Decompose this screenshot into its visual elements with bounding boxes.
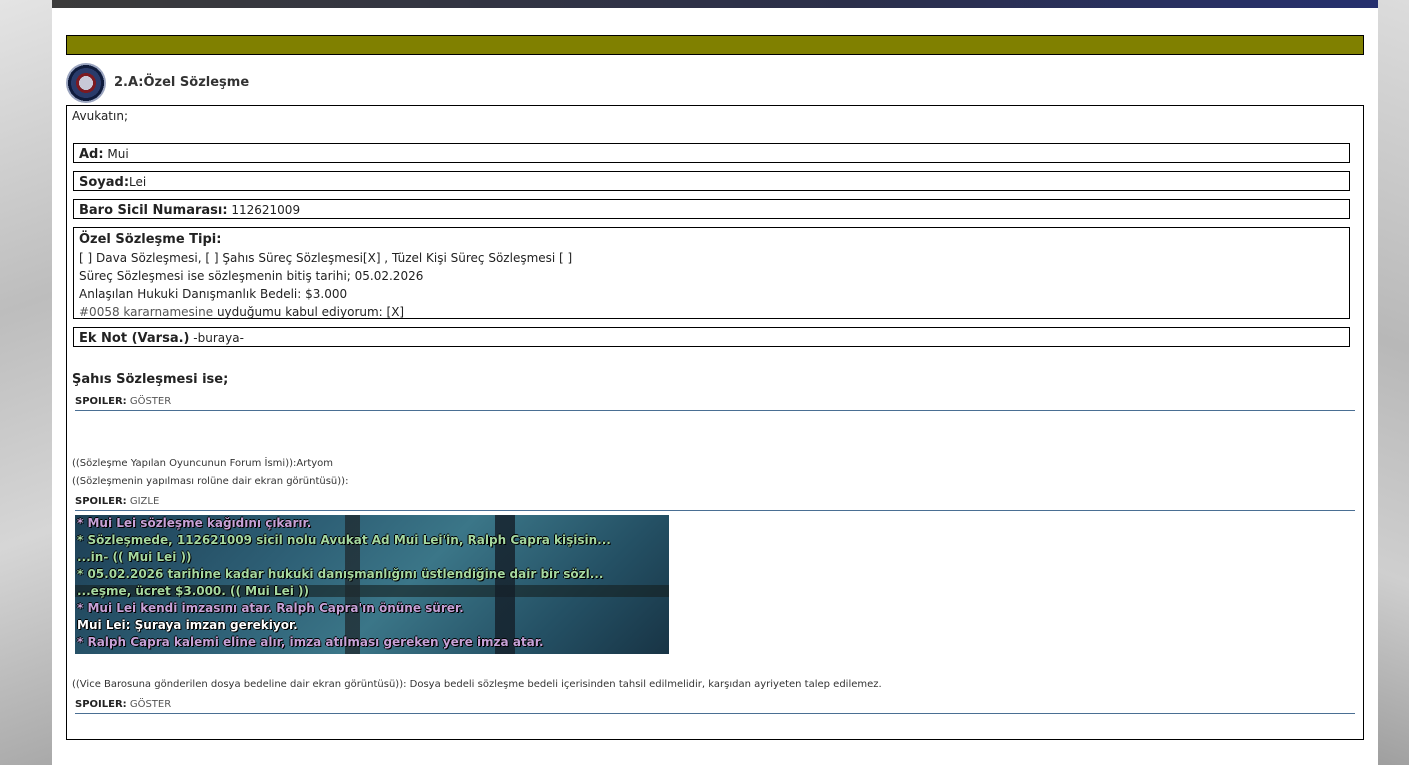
spoiler-3-toggle-button[interactable]: GÖSTER (130, 699, 171, 710)
background-right (1378, 0, 1409, 765)
surname-field: Soyad:Lei (73, 171, 1350, 191)
roleplay-screenshot: * Mui Lei sözleşme kağıdını çıkarır. * S… (75, 515, 669, 654)
name-value: Mui (103, 147, 129, 161)
spoiler-3: SPOILER: GÖSTER (75, 699, 1355, 714)
spoiler-1-toggle-button[interactable]: GÖSTER (130, 396, 171, 407)
section-title: Şahıs Sözleşmesi ise; (72, 372, 229, 387)
post-header-bar (66, 35, 1364, 55)
spoiler-2: SPOILER: GIZLE (75, 496, 1355, 511)
ooc-screenshot-label: ((Sözleşmenin yapılması rolüne dair ekra… (72, 476, 349, 487)
chat-line: * Ralph Capra kalemi eline alır, imza at… (77, 635, 544, 649)
contract-type-label: Özel Sözleşme Tipi: (79, 232, 222, 247)
decree-acceptance-text: uyduğumu kabul ediyorum: [X] (213, 305, 405, 319)
decree-link[interactable]: #0058 kararnamesine (79, 305, 213, 319)
chat-line: * Mui Lei sözleşme kağıdını çıkarır. (77, 516, 312, 530)
bar-number-field: Baro Sicil Numarası: 112621009 (73, 199, 1350, 219)
chat-line: * Mui Lei kendi imzasını atar. Ralph Cap… (77, 601, 464, 615)
spoiler-label: SPOILER: (75, 699, 127, 710)
extra-note-field: Ek Not (Varsa.) -buraya- (73, 327, 1350, 347)
forum-page: 2.A:Özel Sözleşme Avukatın; Ad: Mui Soya… (52, 8, 1378, 765)
spoiler-1: SPOILER: GÖSTER (75, 396, 1355, 411)
bar-number-value: 112621009 (227, 203, 301, 217)
contract-type-field: Özel Sözleşme Tipi: [ ] Dava Sözleşmesi,… (73, 227, 1350, 319)
contract-type-options: [ ] Dava Sözleşmesi, [ ] Şahıs Süreç Söz… (79, 251, 573, 265)
post-header: 2.A:Özel Sözleşme (66, 63, 1364, 105)
background-left (0, 0, 52, 765)
name-field: Ad: Mui (73, 143, 1350, 163)
ooc-fee-note: ((Vice Barosuna gönderilen dosya bedelin… (72, 679, 882, 690)
spoiler-label: SPOILER: (75, 396, 127, 407)
spoiler-2-toggle-button[interactable]: GIZLE (130, 496, 159, 507)
chat-line: ...eşme, ücret $3.000. (( Mui Lei )) (77, 584, 309, 598)
intro-text: Avukatın; (72, 109, 128, 123)
name-label: Ad: (79, 147, 104, 162)
chat-line: * Sözleşmede, 112621009 sicil nolu Avuka… (77, 533, 611, 547)
chat-line: * 05.02.2026 tarihine kadar hukuki danış… (77, 567, 604, 581)
ooc-forum-name: ((Sözleşme Yapılan Oyuncunun Forum İsmi)… (72, 458, 334, 469)
extra-note-value: -buraya- (189, 331, 244, 345)
contract-end-date: Süreç Sözleşmesi ise sözleşmenin bitiş t… (79, 269, 424, 283)
surname-label: Soyad: (79, 175, 130, 190)
contract-fee: Anlaşılan Hukuki Danışmanlık Bedeli: $3.… (79, 287, 348, 301)
bar-number-label: Baro Sicil Numarası: (79, 203, 228, 218)
top-navigation-bar (52, 0, 1378, 8)
bar-association-seal-icon (66, 63, 106, 103)
post-title: 2.A:Özel Sözleşme (114, 75, 250, 90)
extra-note-label: Ek Not (Varsa.) (79, 331, 190, 346)
surname-value: Lei (129, 175, 147, 189)
decree-acceptance: #0058 kararnamesine uyduğumu kabul ediyo… (79, 303, 1344, 321)
chat-line: Mui Lei: Şuraya imzan gerekiyor. (77, 618, 298, 632)
chat-line: ...in- (( Mui Lei )) (77, 550, 192, 564)
post-content: Avukatın; Ad: Mui Soyad:Lei Baro Sicil N… (66, 105, 1364, 740)
spoiler-label: SPOILER: (75, 496, 127, 507)
